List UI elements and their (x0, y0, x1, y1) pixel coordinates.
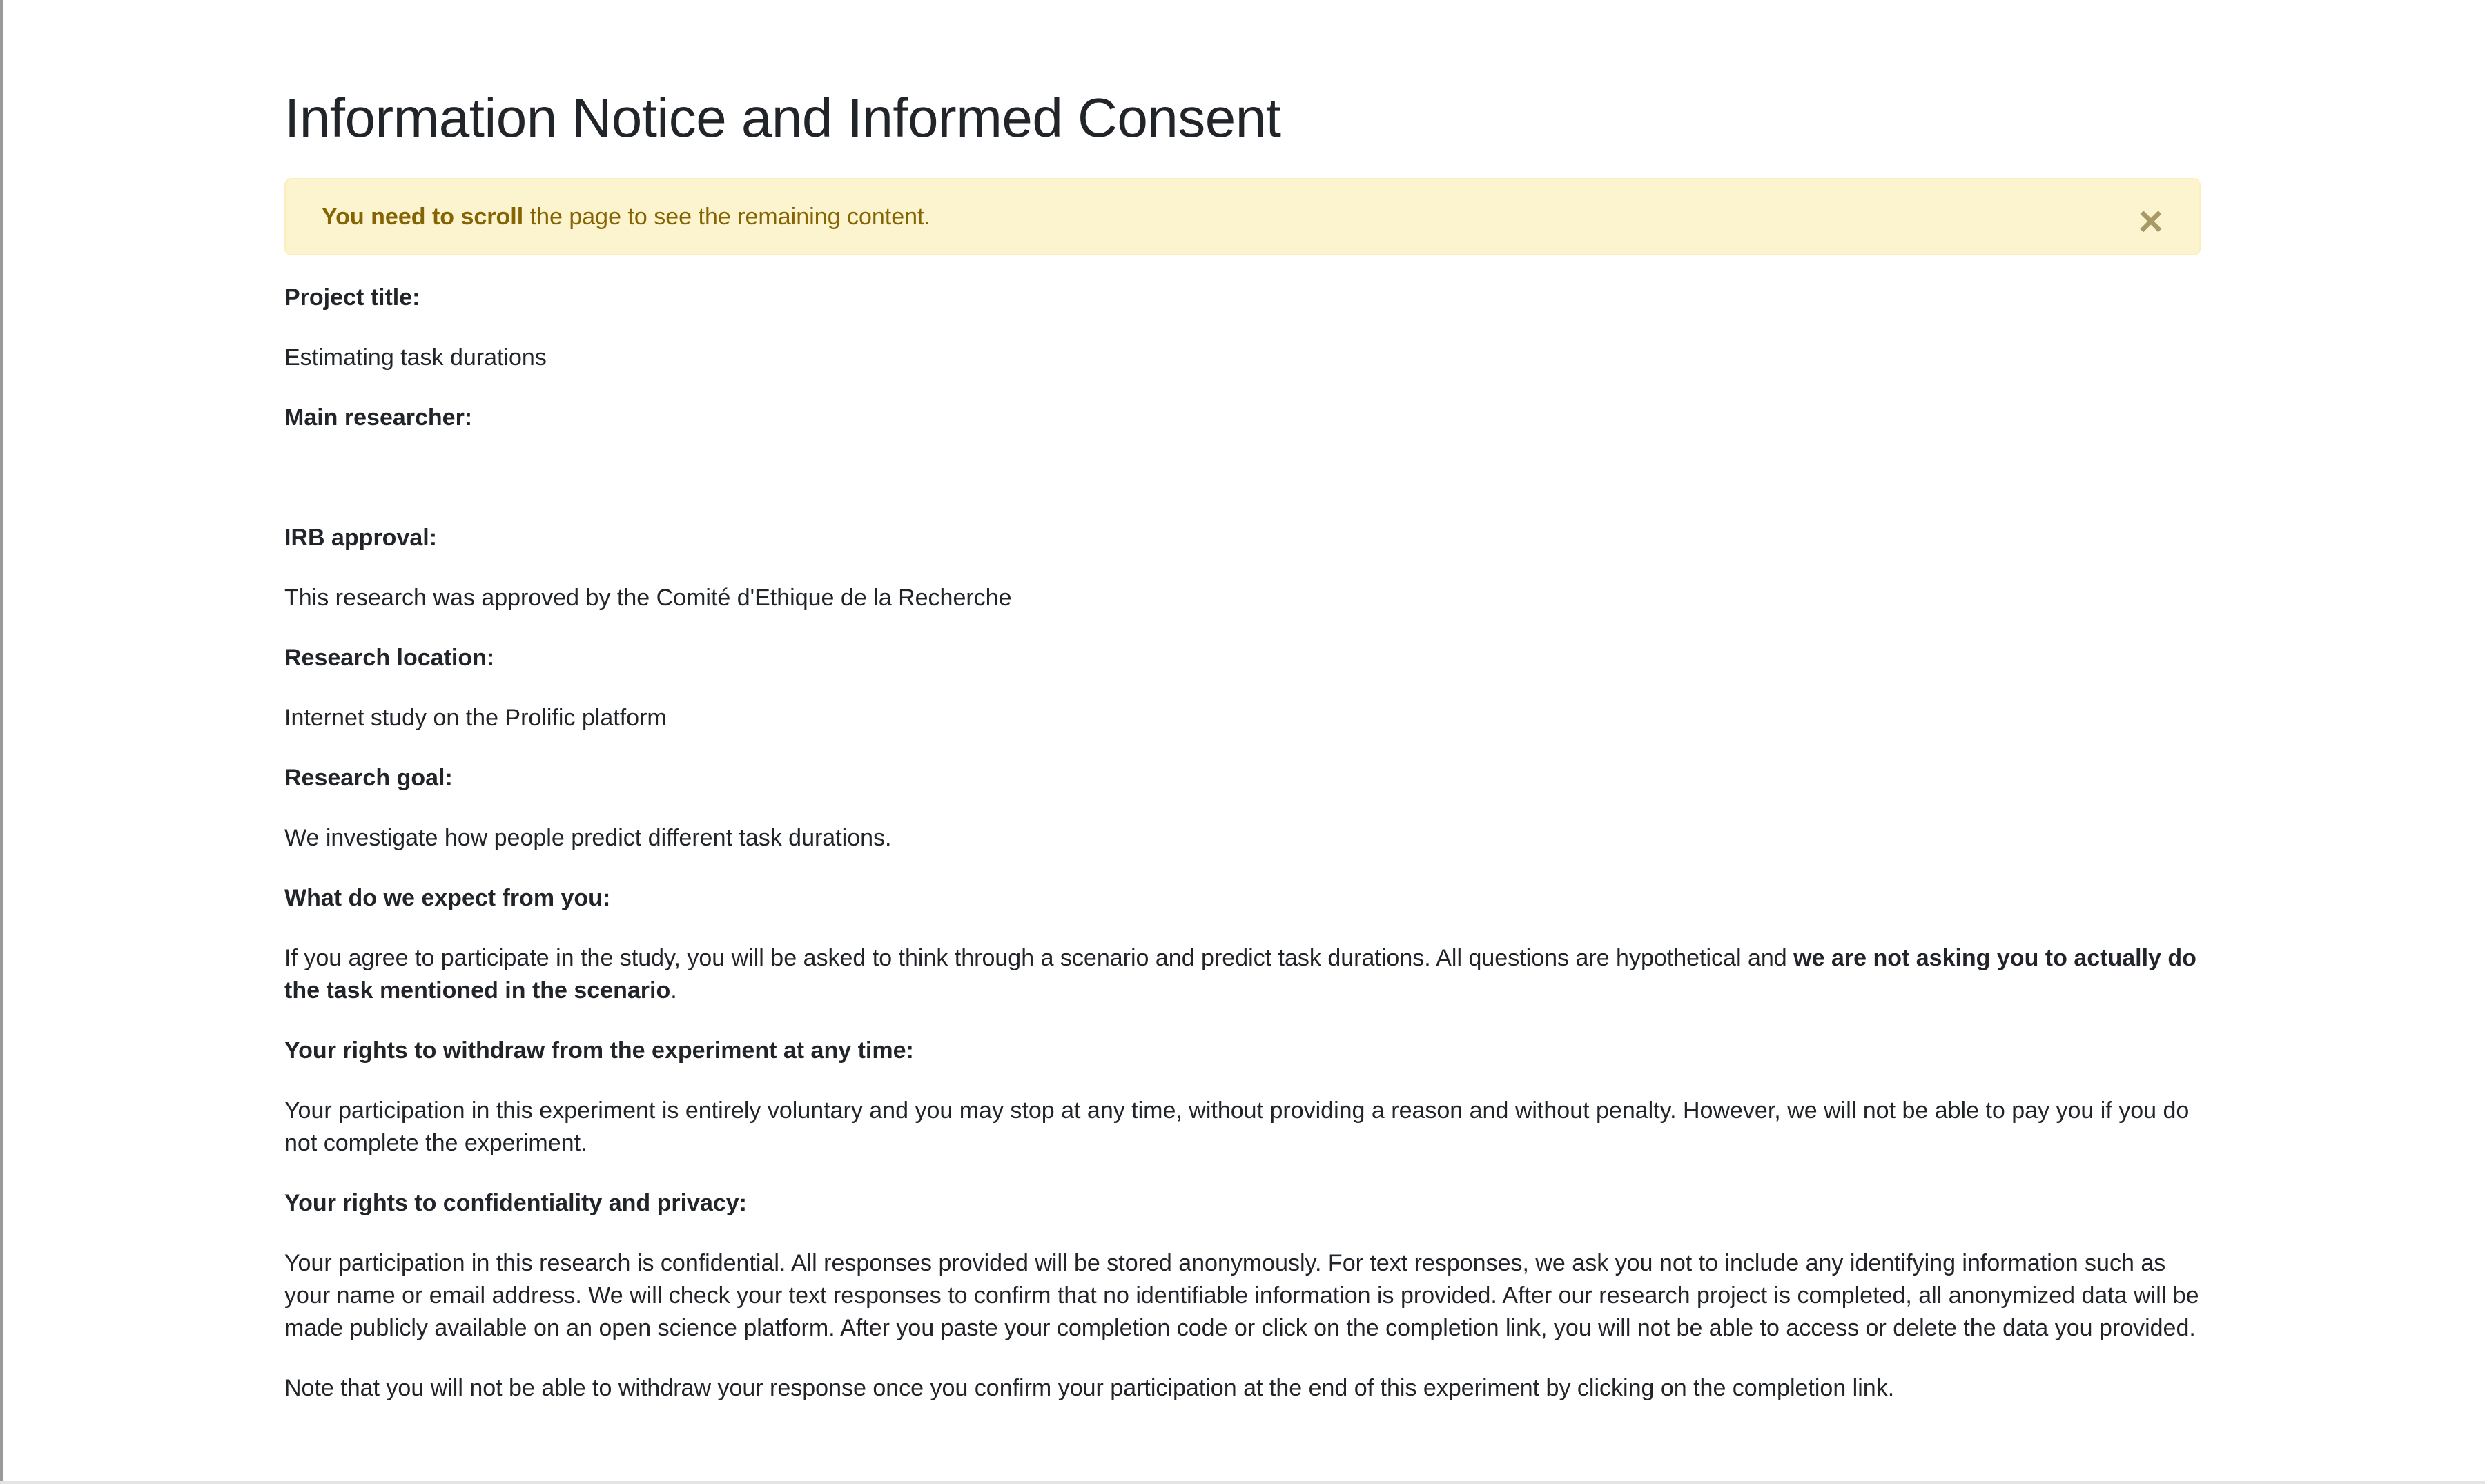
expectations-text-start: If you agree to participate in the study… (284, 945, 1794, 971)
close-icon[interactable]: × (2138, 200, 2163, 243)
scroll-alert: You need to scroll the page to see the r… (284, 178, 2201, 255)
research-location-label: Research location: (284, 645, 495, 671)
main-researcher-value (284, 462, 2201, 494)
irb-approval-value: This research was approved by the Comité… (284, 585, 1012, 611)
page-title: Information Notice and Informed Consent (284, 87, 1281, 148)
window-left-border (0, 0, 3, 1484)
project-title-value: Estimating task durations (284, 344, 547, 371)
expectations-value: If you agree to participate in the study… (284, 942, 2201, 1007)
consent-content: Project title: Estimating task durations… (284, 282, 2201, 1405)
alert-text: the page to see the remaining content. (523, 203, 930, 230)
research-goal-value: We investigate how people predict differ… (284, 825, 892, 851)
project-title-label: Project title: (284, 284, 420, 311)
research-goal-label: Research goal: (284, 765, 453, 791)
withdraw-note: Note that you will not be able to withdr… (284, 1375, 1895, 1401)
withdraw-rights-value: Your participation in this experiment is… (284, 1097, 2190, 1156)
confidentiality-rights-label: Your rights to confidentiality and priva… (284, 1190, 748, 1216)
expectations-text-end: . (670, 977, 677, 1004)
withdraw-rights-label: Your rights to withdraw from the experim… (284, 1037, 914, 1064)
confidentiality-rights-value: Your participation in this research is c… (284, 1250, 2199, 1341)
consent-page: Information Notice and Informed Consent … (284, 0, 2201, 1432)
window-bottom-border (0, 1481, 2485, 1484)
expectations-label: What do we expect from you: (284, 885, 611, 911)
irb-approval-label: IRB approval: (284, 525, 438, 551)
alert-message: You need to scroll the page to see the r… (322, 204, 930, 231)
research-location-value: Internet study on the Prolific platform (284, 705, 667, 731)
alert-bold-text: You need to scroll (322, 203, 524, 230)
main-researcher-label: Main researcher: (284, 404, 473, 431)
